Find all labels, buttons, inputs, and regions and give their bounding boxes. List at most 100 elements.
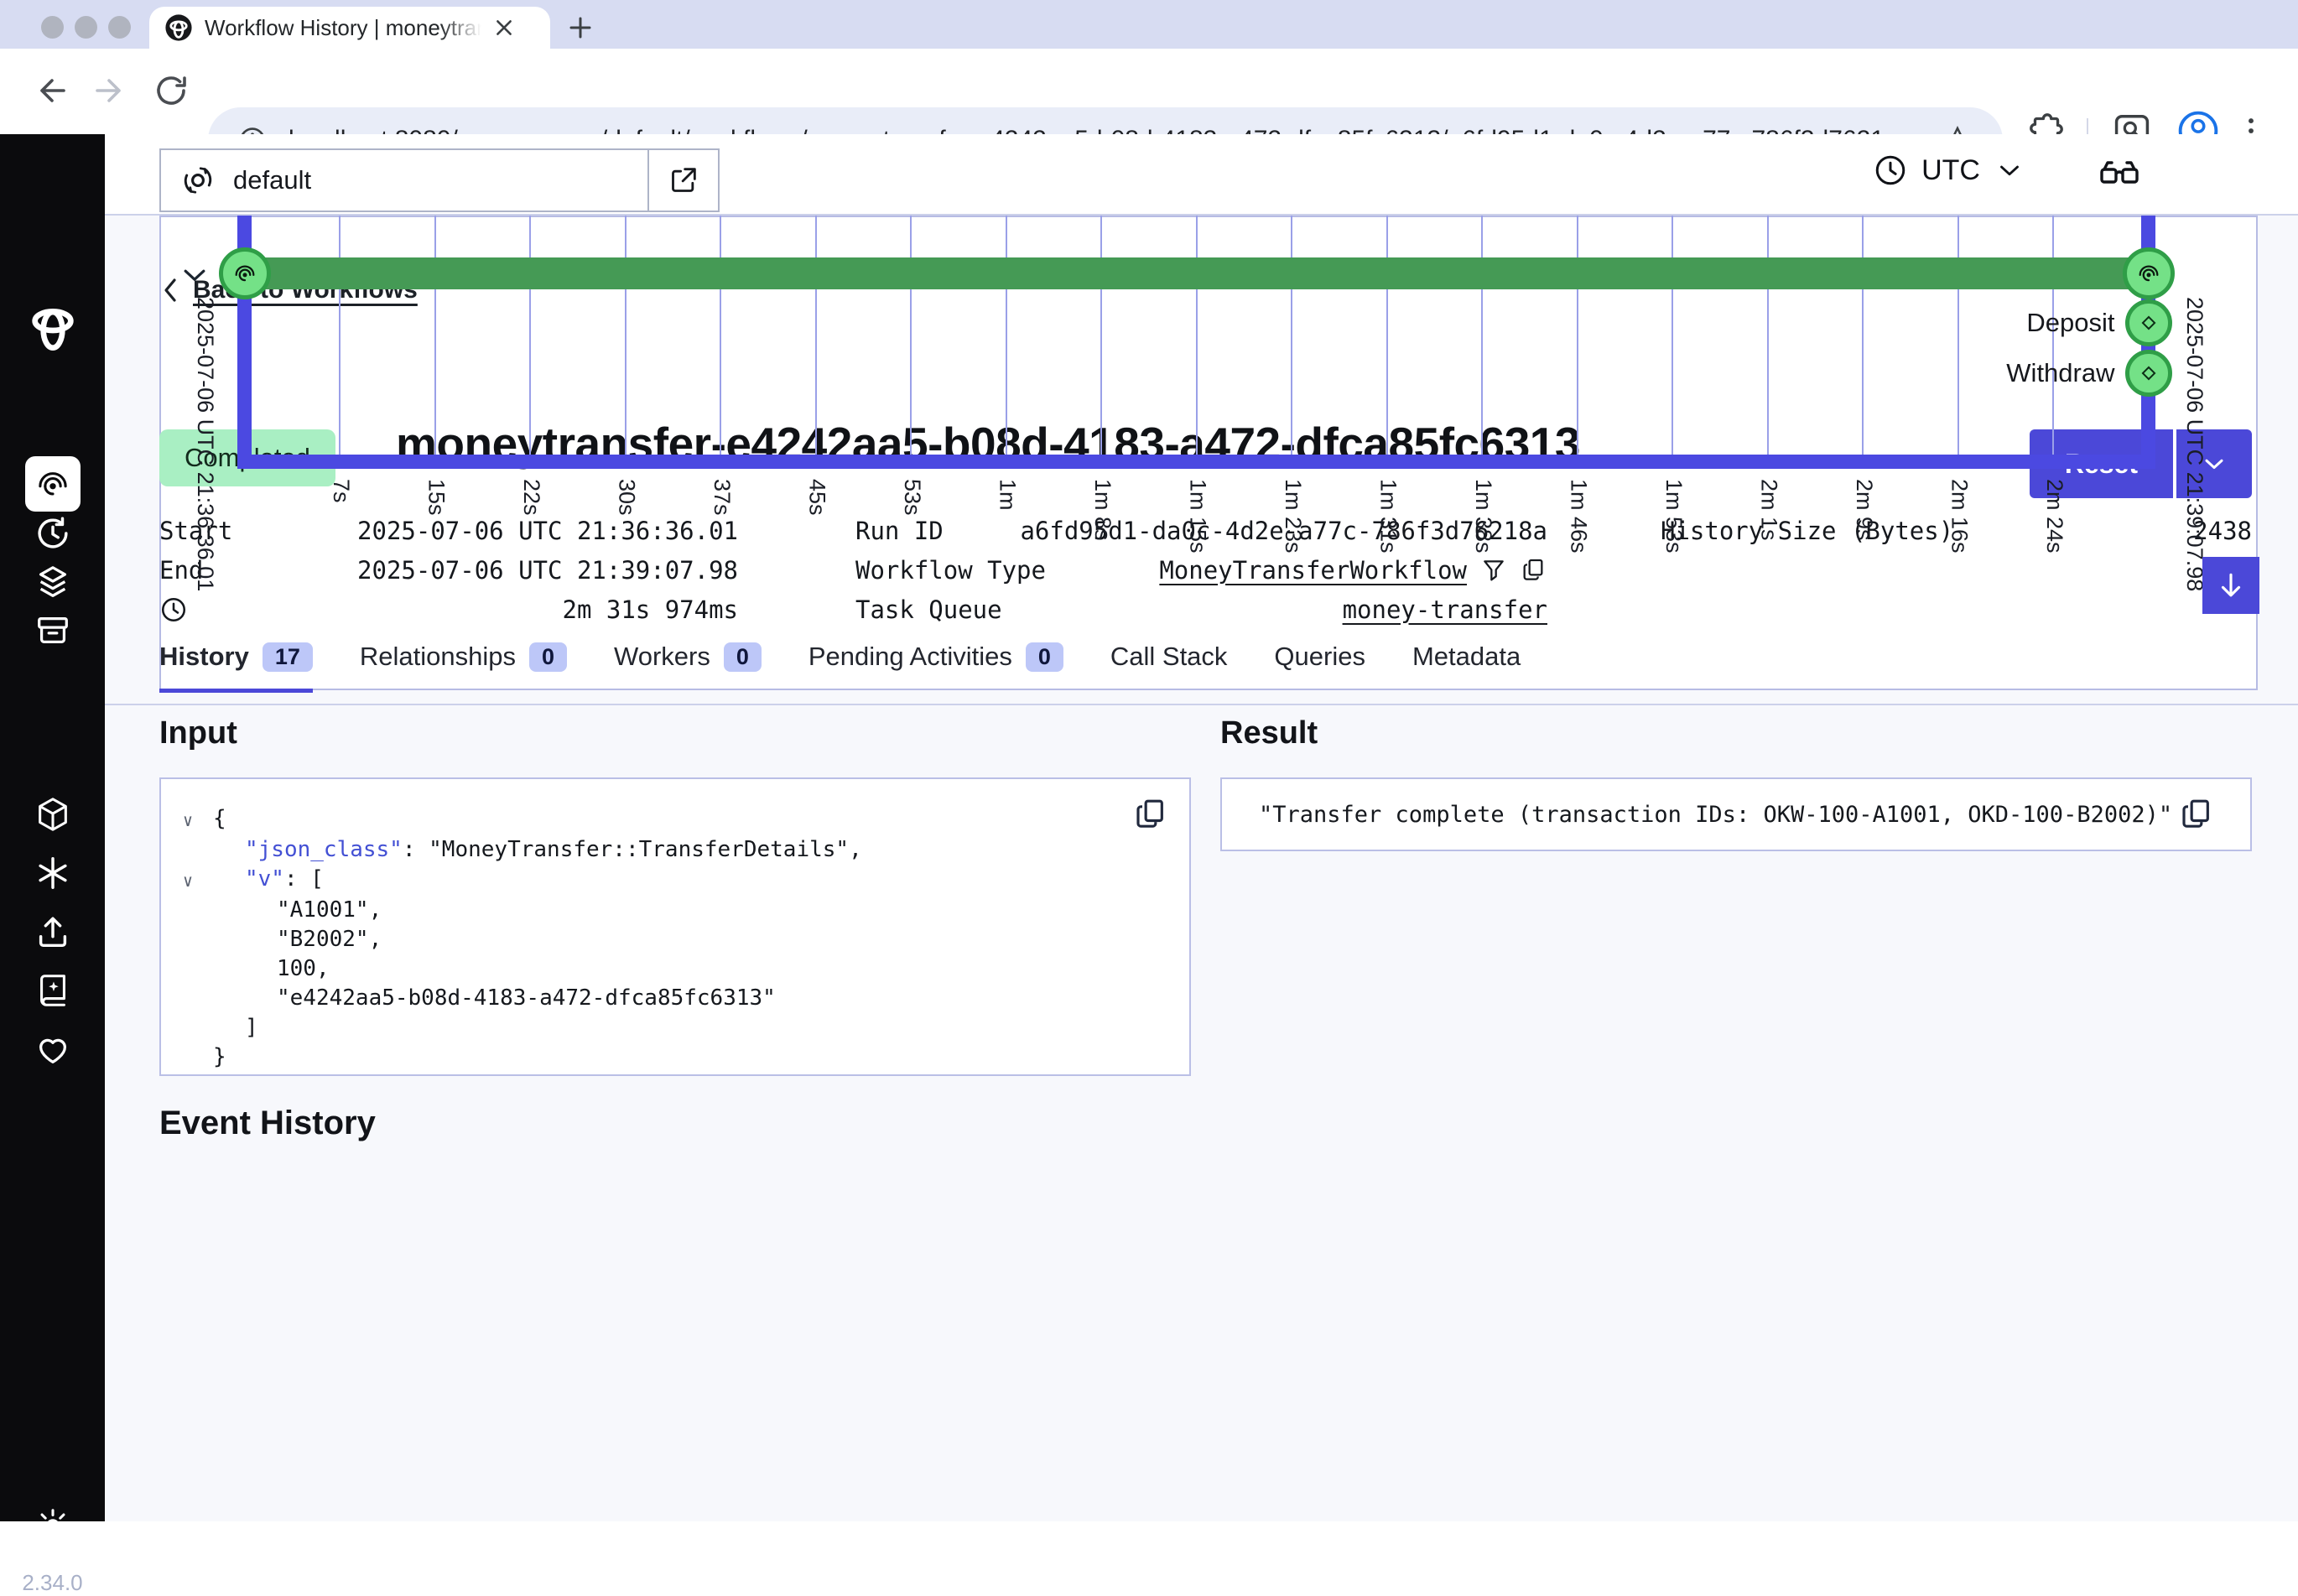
tick-label: 30s	[614, 479, 640, 516]
gridline	[1386, 216, 1388, 455]
tab-relationships[interactable]: Relationships0	[360, 642, 567, 689]
window-minimize-button[interactable]	[75, 16, 97, 39]
meta-label: Workflow Type	[855, 556, 1046, 585]
copy-icon[interactable]	[1134, 798, 1167, 831]
tick-label: 37s	[709, 479, 735, 516]
sidebar-item-import[interactable]	[34, 912, 72, 951]
workflow-started-marker[interactable]	[219, 247, 271, 299]
sidebar-item-deployments[interactable]	[34, 795, 72, 834]
input-json: ∨{"json_class": "MoneyTransfer::Transfer…	[183, 804, 1167, 1072]
workflow-type-link[interactable]: MoneyTransferWorkflow	[1159, 556, 1467, 585]
tab-close-icon[interactable]	[493, 17, 515, 39]
chevron-down-icon	[1994, 154, 2025, 186]
json-line: "B2002",	[183, 925, 1167, 954]
new-tab-button[interactable]	[564, 11, 597, 44]
json-line: 100,	[183, 954, 1167, 984]
tab-metadata[interactable]: Metadata	[1412, 642, 1521, 689]
gridline	[1767, 216, 1769, 455]
json-line: ]	[183, 1013, 1167, 1042]
labs-glasses-icon[interactable]	[2096, 158, 2143, 195]
gridline	[1006, 216, 1007, 455]
sidebar-item-batch-operations[interactable]	[34, 563, 72, 601]
gridline	[1577, 216, 1578, 455]
external-link-icon	[667, 164, 700, 197]
namespace-selector[interactable]: default	[159, 148, 720, 212]
meta-label: History Size (Bytes)	[1661, 517, 1953, 545]
tick-label: 1m 31s	[1375, 479, 1401, 554]
gridline	[1672, 216, 1673, 455]
workflow-span-bar[interactable]	[244, 257, 2148, 289]
reload-icon[interactable]	[151, 70, 191, 111]
copy-icon[interactable]	[2180, 798, 2213, 831]
browser-toolbar: localhost:8080/namespaces/default/workfl…	[0, 49, 2298, 134]
tab-history[interactable]: History17	[159, 642, 313, 693]
filter-funnel-icon[interactable]	[1480, 557, 1507, 584]
browser-tab[interactable]: Workflow History | moneytran	[149, 7, 550, 49]
temporal-logo-icon[interactable]	[26, 299, 80, 352]
back-icon[interactable]	[30, 70, 70, 111]
namespace-name: default	[233, 165, 647, 195]
browser-tabstrip: Workflow History | moneytran	[0, 0, 2298, 49]
tick-label: 1m 38s	[1470, 479, 1496, 554]
tab-label: History	[159, 642, 249, 672]
version-label: 2.34.0	[0, 1570, 105, 1596]
copy-icon[interactable]	[1521, 557, 1547, 584]
json-gutter	[183, 984, 213, 1013]
tab-call-stack[interactable]: Call Stack	[1110, 642, 1228, 689]
tick-label: 45s	[804, 479, 830, 516]
workflow-completed-marker[interactable]	[2123, 247, 2175, 299]
main-area: default UTC Back to Workf	[105, 134, 2298, 1521]
activity-marker-deposit[interactable]	[2125, 299, 2172, 346]
sidebar-item-archive[interactable]	[34, 611, 72, 649]
sidebar-item-feedback[interactable]	[34, 1030, 72, 1068]
tab-workers[interactable]: Workers0	[614, 642, 762, 689]
input-panel: ∨{"json_class": "MoneyTransfer::Transfer…	[159, 777, 1191, 1076]
sidebar-item-docs[interactable]	[34, 971, 72, 1010]
theme-toggle-sun-icon[interactable]	[34, 1506, 72, 1545]
gridline	[434, 216, 436, 455]
tick-label: 1m 15s	[1185, 479, 1211, 554]
window-close-button[interactable]	[41, 16, 64, 39]
json-line: ∨{	[183, 804, 1167, 835]
json-line: "A1001",	[183, 896, 1167, 925]
tab-title: Workflow History | moneytran	[205, 15, 481, 41]
json-line: "json_class": "MoneyTransfer::TransferDe…	[183, 835, 1167, 865]
window-zoom-button[interactable]	[108, 16, 131, 39]
timeline-end-label: 2025-07-06 UTC 21:39:07.98	[2181, 297, 2207, 591]
gridline	[529, 216, 531, 455]
activity-row-label: Deposit	[1864, 308, 2115, 338]
page-content: Back to Workflows Completed moneytransfe…	[159, 216, 2298, 1521]
collapse-chevron-icon[interactable]: ∨	[183, 865, 213, 896]
scroll-to-bottom-button[interactable]	[2202, 557, 2259, 614]
expand-row-chevron-icon[interactable]	[178, 259, 211, 293]
sidebar-item-workflows[interactable]	[25, 456, 81, 512]
result-heading: Result	[1220, 715, 1318, 751]
meta-label: Run ID	[855, 517, 944, 545]
gridline	[1100, 216, 1102, 455]
task-queue-link[interactable]: money-transfer	[1343, 595, 1547, 624]
collapse-chevron-icon[interactable]: ∨	[183, 804, 213, 835]
app-root: 2.34.0 default UTC	[0, 134, 2298, 1521]
tick-label: 2m 9s	[1851, 479, 1877, 541]
namespace-icon	[179, 162, 216, 199]
activity-row-label: Withdraw	[1864, 358, 2115, 388]
tab-label: Relationships	[360, 642, 516, 672]
clock-icon	[1873, 153, 1908, 188]
favicon-temporal-icon	[164, 13, 193, 42]
tab-queries[interactable]: Queries	[1274, 642, 1365, 689]
activity-marker-withdraw[interactable]	[2125, 350, 2172, 397]
sidebar-item-schedules[interactable]	[34, 514, 72, 553]
gridline	[625, 216, 626, 455]
tab-pending-activities[interactable]: Pending Activities0	[808, 642, 1063, 689]
gridline	[1481, 216, 1483, 455]
gridline	[1291, 216, 1292, 455]
json-gutter	[183, 954, 213, 984]
sidebar-item-nexus[interactable]	[34, 854, 72, 892]
timezone-selector[interactable]: UTC	[1873, 153, 2025, 188]
gridline	[910, 216, 912, 455]
meta-value-start: 2025-07-06 UTC 21:36:36.01	[357, 517, 738, 545]
namespace-open-button[interactable]	[647, 150, 718, 211]
result-value: "Transfer complete (transaction IDs: OKW…	[1259, 802, 2180, 828]
forward-icon[interactable]	[91, 70, 131, 111]
gridline	[339, 216, 341, 455]
